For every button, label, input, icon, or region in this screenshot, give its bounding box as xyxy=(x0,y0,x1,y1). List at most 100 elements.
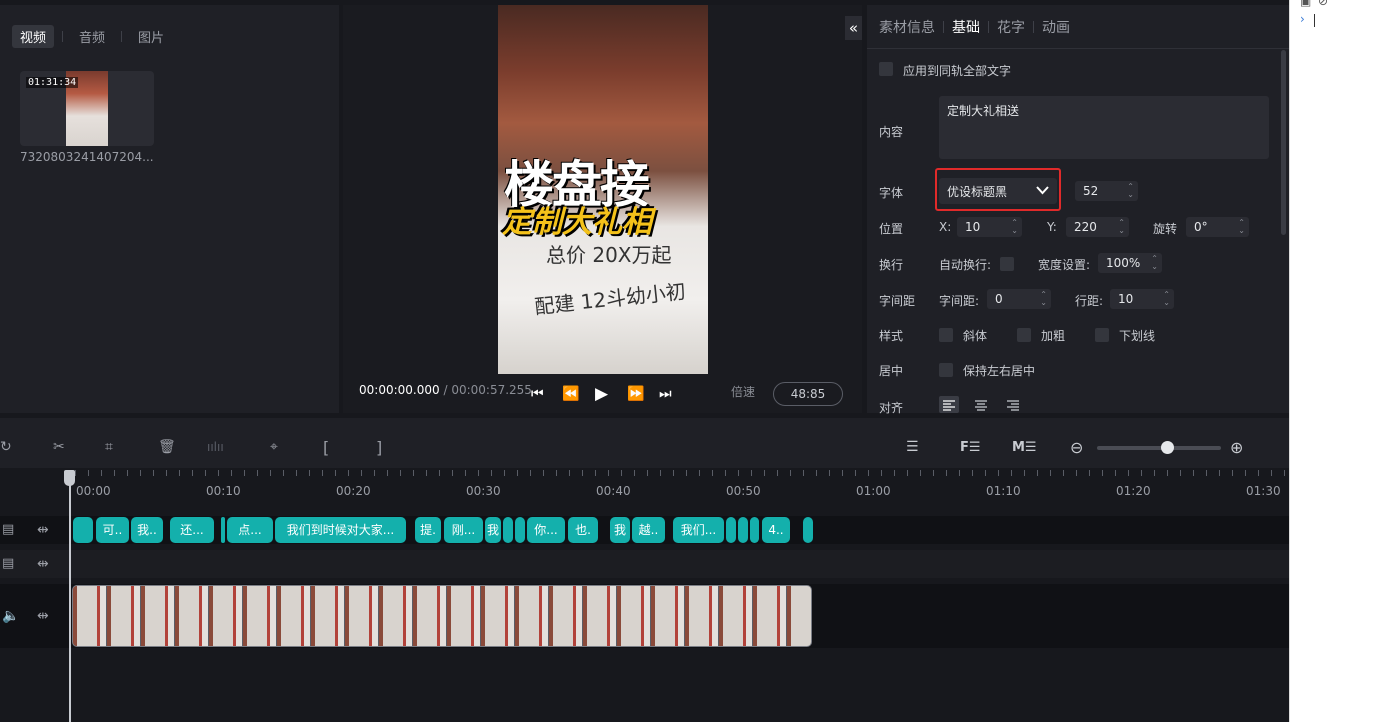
bracket-right-icon[interactable]: ] xyxy=(376,438,382,457)
x-input[interactable]: 10 ⌃ ⌄ xyxy=(957,217,1022,237)
caption-clip[interactable]: 越.. xyxy=(632,517,665,543)
caption-clip[interactable]: 还... xyxy=(170,517,214,543)
media-thumbnail[interactable]: 01:31:34 xyxy=(20,71,154,146)
bold-checkbox[interactable] xyxy=(1017,328,1031,342)
split-icon[interactable]: ⇹ xyxy=(37,522,49,538)
stepper-icon[interactable]: ⌃ ⌄ xyxy=(1118,219,1125,235)
caption-clip[interactable] xyxy=(726,517,736,543)
divider xyxy=(121,30,123,42)
play-icon[interactable]: ▶ xyxy=(595,384,608,404)
char-spacing-input[interactable]: 0 ⌃ ⌄ xyxy=(987,289,1051,309)
split-track-icon[interactable]: F☰ xyxy=(960,440,981,455)
caption-clip[interactable] xyxy=(803,517,813,543)
skip-start-icon[interactable]: ⏮ xyxy=(531,386,544,402)
audio-wave-icon[interactable]: ıılıı xyxy=(207,440,224,454)
rewind-icon[interactable]: ⏪ xyxy=(562,386,579,402)
split-icon[interactable]: ⇹ xyxy=(37,608,49,624)
text-track-icon[interactable]: ▤ xyxy=(2,556,14,571)
caption-clip[interactable]: 我 xyxy=(610,517,630,543)
caption-clip[interactable] xyxy=(73,517,93,543)
font-size-input[interactable]: 52 ⌃ ⌄ xyxy=(1075,181,1138,201)
caption-clip[interactable]: 点... xyxy=(227,517,273,543)
crop-icon[interactable]: ⌗ xyxy=(105,439,113,455)
video-preview[interactable]: 楼盘接 定制大礼相 总价 20X万起 配建 12斗幼小初 xyxy=(498,5,708,374)
underline-checkbox[interactable] xyxy=(1095,328,1109,342)
zoom-slider-handle[interactable] xyxy=(1161,441,1174,454)
caption-clip[interactable]: 我 xyxy=(485,517,501,543)
caption-clip[interactable]: 我们到时候对大家... xyxy=(275,517,406,543)
caption-clip[interactable]: 我们... xyxy=(673,517,724,543)
caption-clip[interactable] xyxy=(750,517,759,543)
stepper-icon[interactable]: ⌃ ⌄ xyxy=(1163,291,1170,307)
ruler-label: 00:00 xyxy=(76,484,111,498)
align-right-button[interactable] xyxy=(1003,396,1023,413)
video-clip[interactable] xyxy=(72,585,812,647)
caption-clip[interactable]: 我.. xyxy=(131,517,163,543)
tab-video[interactable]: 视频 xyxy=(12,24,55,48)
caption-clip[interactable] xyxy=(515,517,525,543)
stepper-icon[interactable]: ⌃ ⌄ xyxy=(1040,291,1047,307)
timeline-ruler[interactable] xyxy=(0,468,1289,500)
fast-forward-icon[interactable]: ⏩ xyxy=(627,386,644,402)
width-input[interactable]: 100% ⌃ ⌄ xyxy=(1098,253,1162,273)
align-center-button[interactable] xyxy=(971,396,991,413)
ruler-label: 00:30 xyxy=(466,484,501,498)
panel-icon[interactable]: ▣ xyxy=(1300,0,1311,8)
playhead-handle[interactable] xyxy=(64,470,75,486)
trash-icon[interactable]: 🗑 xyxy=(158,439,176,455)
line-spacing-value: 10 xyxy=(1118,292,1134,306)
zoom-in-icon[interactable]: ⊕ xyxy=(1230,438,1243,457)
collapse-panel-icon[interactable]: « xyxy=(845,16,862,40)
stepper-icon[interactable]: ⌃ ⌄ xyxy=(1011,219,1018,235)
italic-checkbox[interactable] xyxy=(939,328,953,342)
caption-clip[interactable]: 你... xyxy=(527,517,565,543)
caption-clip[interactable] xyxy=(503,517,513,543)
tab-basic[interactable]: 基础 xyxy=(952,17,980,37)
tab-fancy-text[interactable]: 花字 xyxy=(997,17,1025,37)
split-icon[interactable]: ⇹ xyxy=(37,556,49,572)
stepper-icon[interactable]: ⌃ ⌄ xyxy=(1151,255,1158,271)
ruler-label: 00:10 xyxy=(206,484,241,498)
chevron-right-icon[interactable]: › xyxy=(1300,12,1305,26)
caption-clip[interactable]: 刚... xyxy=(444,517,483,543)
keep-center-checkbox[interactable] xyxy=(939,363,953,377)
tab-audio[interactable]: 音频 xyxy=(71,25,113,48)
audio-icon[interactable]: 🔈 xyxy=(2,608,19,624)
redo-icon[interactable]: ↻ xyxy=(0,439,12,455)
caption-clip[interactable]: 提. xyxy=(415,517,441,543)
tab-material-info[interactable]: 素材信息 xyxy=(879,17,935,37)
preview-subtitle-text: 定制大礼相 xyxy=(502,205,652,240)
align-right-icon xyxy=(1007,400,1019,411)
y-input[interactable]: 220 ⌃ ⌄ xyxy=(1066,217,1129,237)
content-textarea[interactable]: 定制大礼相送 xyxy=(939,96,1269,159)
playhead[interactable] xyxy=(69,470,71,722)
skip-end-icon[interactable]: ⏭ xyxy=(659,386,672,402)
caption-clip[interactable] xyxy=(738,517,748,543)
track-list-icon[interactable]: ☰ xyxy=(906,439,919,455)
properties-scrollbar[interactable] xyxy=(1281,50,1286,235)
caption-clip[interactable]: 也. xyxy=(568,517,598,543)
apply-all-checkbox[interactable] xyxy=(879,62,893,76)
caption-track-icon[interactable]: ▤ xyxy=(2,522,14,537)
auto-wrap-checkbox[interactable] xyxy=(1000,257,1014,271)
settings-icon[interactable]: ⊘ xyxy=(1318,0,1328,8)
align-left-button[interactable] xyxy=(939,396,959,413)
zoom-slider[interactable] xyxy=(1097,441,1221,454)
scissors-icon[interactable]: ✂ xyxy=(53,439,65,455)
merge-track-icon[interactable]: M☰ xyxy=(1012,440,1037,455)
marker-icon[interactable]: ⌖ xyxy=(270,439,278,455)
speed-value[interactable]: 48:85 xyxy=(773,382,843,406)
line-spacing-input[interactable]: 10 ⌃ ⌄ xyxy=(1110,289,1174,309)
stepper-icon[interactable]: ⌃ ⌄ xyxy=(1238,219,1245,235)
preview-handwriting-1: 总价 20X万起 xyxy=(546,243,672,267)
bracket-left-icon[interactable]: [ xyxy=(323,438,329,457)
caption-clip[interactable] xyxy=(221,517,225,543)
tab-animation[interactable]: 动画 xyxy=(1042,17,1070,37)
rotate-input[interactable]: 0° ⌃ ⌄ xyxy=(1186,217,1249,237)
caption-clip[interactable]: 4.. xyxy=(762,517,790,543)
stepper-icon[interactable]: ⌃ ⌄ xyxy=(1127,183,1134,199)
tab-image[interactable]: 图片 xyxy=(130,25,172,48)
console-cursor[interactable] xyxy=(1314,14,1315,27)
zoom-out-icon[interactable]: ⊖ xyxy=(1070,438,1083,457)
caption-clip[interactable]: 可.. xyxy=(96,517,129,543)
